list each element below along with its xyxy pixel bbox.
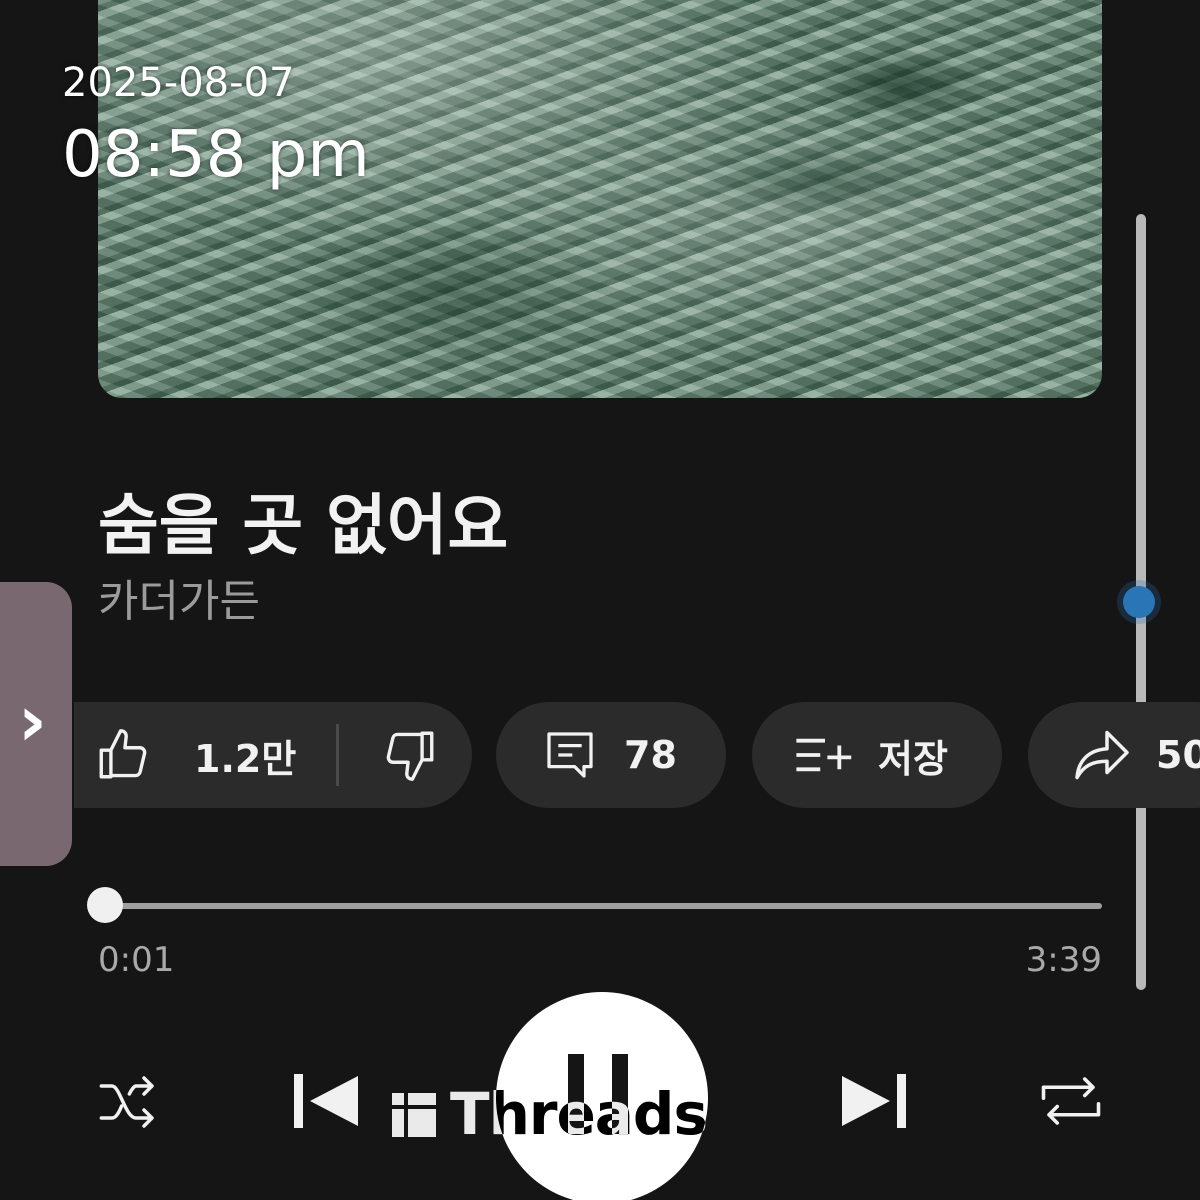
side-panel-handle[interactable]: › bbox=[0, 582, 72, 866]
comment-count: 78 bbox=[624, 733, 677, 777]
artist-name[interactable]: 카더가든 bbox=[98, 565, 260, 629]
share-button[interactable]: 50 bbox=[1028, 702, 1200, 808]
like-dislike-group: 1.2만 bbox=[74, 702, 472, 808]
overlay-date: 2025-08-07 bbox=[62, 60, 295, 106]
current-time: 0:01 bbox=[98, 940, 175, 980]
play-pause-button[interactable] bbox=[496, 992, 708, 1200]
chevron-right-icon: › bbox=[18, 680, 47, 762]
vertical-scroll-thumb[interactable] bbox=[1123, 586, 1155, 618]
overlay-time: 08:58 pm bbox=[62, 118, 370, 192]
progress-bar[interactable] bbox=[87, 887, 1102, 923]
song-title: 숨을 곳 없어요 bbox=[98, 487, 509, 564]
previous-icon[interactable] bbox=[292, 1072, 362, 1130]
pause-icon bbox=[568, 1054, 628, 1134]
progress-knob[interactable] bbox=[87, 887, 123, 923]
add-to-playlist-icon bbox=[796, 738, 852, 772]
dislike-button[interactable] bbox=[381, 726, 439, 784]
music-player-screen: 2025-08-07 08:58 pm 숨을 곳 없어요 카더가든 › 1.2만 bbox=[0, 0, 1200, 1200]
shuffle-icon[interactable] bbox=[96, 1072, 160, 1132]
comment-icon bbox=[547, 732, 593, 778]
repeat-icon[interactable] bbox=[1038, 1070, 1104, 1132]
save-button[interactable]: 저장 bbox=[752, 702, 1002, 808]
thumbs-up-icon bbox=[99, 729, 147, 779]
like-button[interactable]: 1.2만 bbox=[94, 726, 296, 784]
comments-button[interactable]: 78 bbox=[496, 702, 726, 808]
like-count: 1.2만 bbox=[194, 736, 297, 781]
share-icon bbox=[1075, 730, 1129, 780]
total-time: 3:39 bbox=[1025, 940, 1102, 980]
save-label: 저장 bbox=[878, 736, 948, 781]
next-icon[interactable] bbox=[838, 1072, 908, 1130]
thumbs-down-icon bbox=[386, 731, 434, 781]
share-count: 50 bbox=[1156, 733, 1200, 777]
threads-logo-icon bbox=[392, 1093, 436, 1137]
like-divider bbox=[336, 724, 340, 786]
